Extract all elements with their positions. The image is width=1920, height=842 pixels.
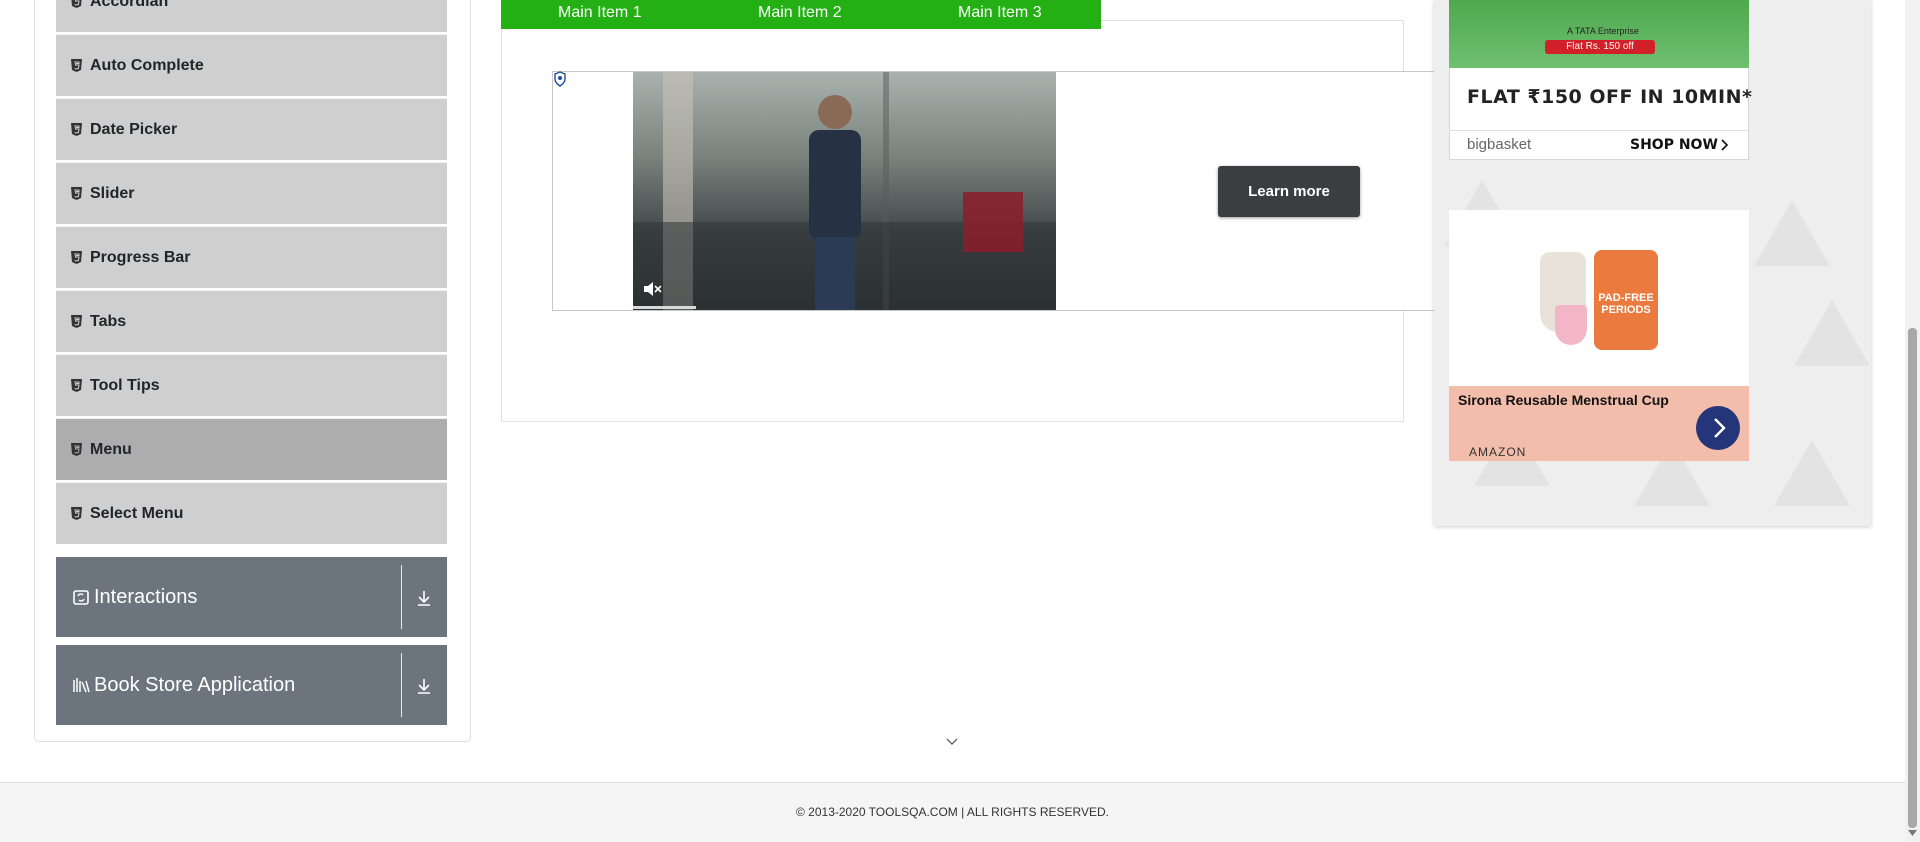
book-store-icon (73, 678, 90, 693)
chevron-right-icon (1714, 418, 1726, 438)
nav-main-item-1[interactable]: Main Item 1 (558, 4, 642, 22)
sidebar-item-date-picker[interactable]: Date Picker (56, 98, 447, 160)
bigbasket-brand: bigbasket (1467, 136, 1532, 153)
chevron-down-icon[interactable] (945, 737, 959, 747)
ad-choices-icon[interactable] (553, 71, 567, 87)
sidebar-item-tabs[interactable]: Tabs (56, 290, 447, 352)
sidebar-item-slider[interactable]: Slider (56, 162, 447, 224)
download-arrow-icon[interactable] (416, 677, 432, 695)
html5-icon (71, 507, 82, 520)
sidebar-item-select-menu[interactable]: Select Menu (56, 482, 447, 544)
sidebar-item-label: Select Menu (90, 504, 184, 522)
html5-icon (71, 59, 82, 72)
sirona-ad-title: Sirona Reusable Menstrual Cup (1458, 392, 1669, 408)
html5-icon (71, 0, 82, 8)
group-title: Interactions (94, 585, 198, 608)
group-divider (401, 653, 402, 717)
html5-icon (71, 187, 82, 200)
sidebar-item-label: Date Picker (90, 120, 178, 138)
chevron-right-icon[interactable] (1720, 139, 1728, 151)
sirona-ad-store: AMAZON (1469, 445, 1527, 459)
group-title: Book Store Application (94, 673, 296, 696)
sidebar-item-label: Auto Complete (90, 56, 204, 74)
nav-main-item-2[interactable]: Main Item 2 (758, 4, 842, 22)
sidebar-item-label: Tabs (90, 312, 127, 330)
sidebar-item-label: Slider (90, 184, 135, 202)
sidebar-item-accordian[interactable]: Accordian (56, 0, 447, 32)
download-arrow-icon[interactable] (416, 589, 432, 607)
mute-icon[interactable] (642, 280, 662, 298)
widgets-element-list: Accordian Auto Complete Date Picker Slid… (56, 0, 447, 546)
sidebar-item-menu[interactable]: Menu (56, 418, 447, 480)
sidebar-item-tool-tips[interactable]: Tool Tips (56, 354, 447, 416)
sirona-go-button[interactable] (1696, 406, 1740, 450)
sidebar-item-auto-complete[interactable]: Auto Complete (56, 34, 447, 96)
sidebar-item-label: Tool Tips (90, 376, 160, 394)
interactions-icon (73, 590, 89, 605)
learn-more-button[interactable]: Learn more (1218, 166, 1360, 217)
html5-icon (71, 315, 82, 328)
video-frame (633, 72, 1056, 310)
footer-copyright: © 2013-2020 TOOLSQA.COM | ALL RIGHTS RES… (796, 805, 1109, 819)
sidebar-item-label: Progress Bar (90, 248, 191, 266)
bigbasket-headline: FLAT ₹150 OFF IN 10MIN* (1467, 86, 1753, 108)
sidebar-item-label: Menu (90, 440, 132, 458)
html5-icon (71, 251, 82, 264)
group-divider (401, 565, 402, 629)
html5-icon (71, 443, 82, 456)
group-header-book-store[interactable]: Book Store Application (56, 645, 447, 725)
bigbasket-offer-badge: Flat Rs. 150 off (1545, 40, 1655, 54)
nav-main-item-3[interactable]: Main Item 3 (958, 4, 1042, 22)
product-box: PAD-FREE PERIODS (1594, 250, 1658, 350)
sidebar-item-label: Accordian (90, 0, 169, 10)
scroll-down-arrow-icon[interactable] (1907, 828, 1918, 838)
shop-now-link[interactable]: SHOP NOW (1630, 137, 1718, 153)
sidebar-item-progress-bar[interactable]: Progress Bar (56, 226, 447, 288)
menstrual-cup (1555, 305, 1587, 345)
group-header-interactions[interactable]: Interactions (56, 557, 447, 637)
bigbasket-tagline: A TATA Enterprise (1567, 26, 1639, 36)
bigbasket-divider (1449, 130, 1749, 131)
html5-icon (71, 379, 82, 392)
html5-icon (71, 123, 82, 136)
ad-video[interactable] (633, 72, 1056, 310)
scrollbar-thumb[interactable] (1908, 328, 1917, 828)
video-progress-bar (633, 306, 696, 309)
